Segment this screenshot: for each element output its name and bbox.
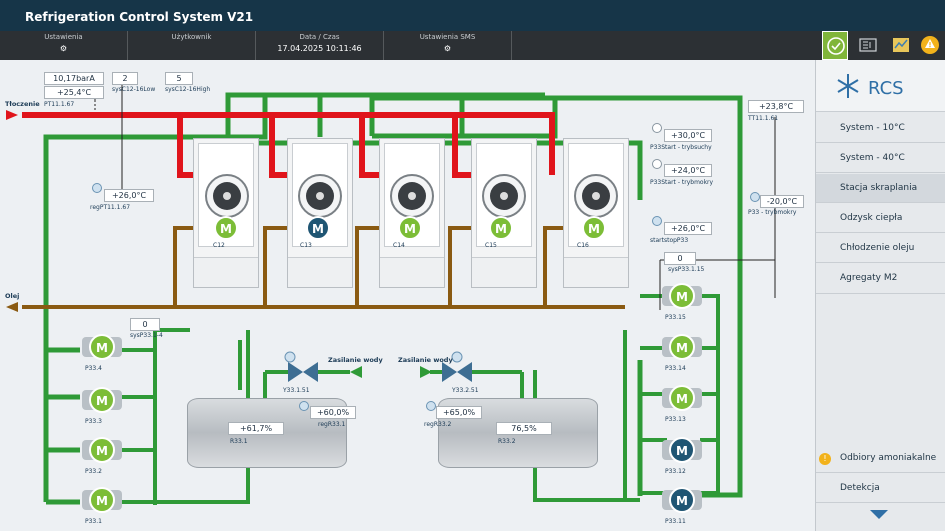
nav-label: Stacja skraplania [840, 183, 918, 193]
condenser-tag: C12 [213, 242, 225, 249]
nav-system-40[interactable]: System - 40°C [816, 144, 945, 173]
tank1-level: +61,7% [228, 422, 284, 435]
check-circle-icon[interactable] [822, 31, 848, 60]
svg-text:M: M [96, 394, 108, 408]
condenser-tag: C16 [577, 242, 589, 249]
condenser-tag: C14 [393, 242, 405, 249]
fan-icon: M C16 [574, 174, 618, 249]
brand-logo: RCS [816, 60, 945, 112]
water-supply-1-label: Zasilanie wody [328, 356, 383, 364]
svg-text:M: M [676, 341, 688, 355]
list-view-icon[interactable] [855, 31, 881, 60]
nav-label: Odzysk ciepła [840, 213, 903, 223]
fan-icon: M C14 [390, 174, 434, 249]
svg-text:P33.1: P33.1 [85, 518, 102, 525]
svg-text:P33.12: P33.12 [665, 468, 686, 475]
tank2-level: 76,5% [496, 422, 552, 435]
sensor-icon [299, 401, 309, 411]
pump-icon: M P33.2 [82, 437, 122, 475]
svg-text:M: M [676, 494, 688, 508]
water-supply-2-label: Zasilanie wody [398, 356, 453, 364]
nav-label: Odbiory amoniakalne [840, 453, 937, 463]
svg-text:P33.15: P33.15 [665, 314, 686, 321]
nav-oil-cooling[interactable]: Chłodzenie oleju [816, 234, 945, 263]
warning-icon[interactable] [917, 31, 943, 60]
pump-icon: M P33.4 [82, 334, 122, 372]
svg-text:M: M [312, 222, 324, 236]
svg-text:M: M [676, 290, 688, 304]
tank2-reg-value[interactable]: +65,0% [436, 406, 482, 419]
svg-text:P33.14: P33.14 [665, 365, 686, 372]
pump-icon: M P33.12 [662, 437, 702, 475]
pump-icon: M P33.14 [662, 334, 702, 372]
svg-text:P33.3: P33.3 [85, 418, 102, 425]
map-icon[interactable] [888, 31, 914, 60]
condenser-tag: C13 [300, 242, 312, 249]
warning-icon: ! [819, 453, 831, 465]
svg-text:M: M [404, 222, 416, 236]
fan-icon: M C13 [298, 174, 342, 249]
valve-icon [284, 351, 318, 382]
svg-text:M: M [676, 392, 688, 406]
svg-text:P33.4: P33.4 [85, 365, 102, 372]
svg-text:M: M [220, 222, 232, 236]
svg-text:M: M [96, 444, 108, 458]
svg-text:P33.13: P33.13 [665, 416, 686, 423]
pump-icon: M P33.13 [662, 385, 702, 423]
valve1-tag: Y33.1.51 [283, 387, 310, 394]
nav-heat-recovery[interactable]: Odzysk ciepła [816, 204, 945, 233]
nav-system-10[interactable]: System - 10°C [816, 114, 945, 143]
tank2-reg-tag: regR33.2 [424, 421, 452, 428]
tank1-reg-value[interactable]: +60,0% [310, 406, 356, 419]
nav-ammonia-consumers[interactable]: ! Odbiory amoniakalne [816, 444, 945, 473]
svg-text:M: M [676, 444, 688, 458]
sidebar: RCS System - 10°C System - 40°C Stacja s… [815, 60, 945, 531]
tank1-tag: R33.1 [230, 438, 248, 445]
scroll-down-icon[interactable] [870, 510, 888, 519]
pump-icon: M P33.11 [662, 487, 702, 525]
svg-text:M: M [96, 494, 108, 508]
condenser-tag: C15 [485, 242, 497, 249]
svg-text:M: M [588, 222, 600, 236]
nav-condensing-station[interactable]: Stacja skraplania [816, 174, 945, 203]
nav-label: System - 10°C [840, 123, 905, 133]
nav-detection[interactable]: Detekcja [816, 474, 945, 503]
nav-m2-units[interactable]: Agregaty M2 [816, 264, 945, 294]
svg-text:P33.2: P33.2 [85, 468, 102, 475]
svg-text:M: M [96, 341, 108, 355]
nav-label: Detekcja [840, 483, 880, 493]
sensor-icon [426, 401, 436, 411]
tank2-tag: R33.2 [498, 438, 516, 445]
pump-icon: M P33.15 [662, 283, 702, 321]
equipment-layer: M C12 M C13 M C14 M C15 M C16 M P33.4 M … [82, 174, 702, 525]
fan-icon: M C15 [482, 174, 526, 249]
valve2-tag: Y33.2.51 [452, 387, 479, 394]
tank1-reg-tag: regR33.1 [318, 421, 346, 428]
svg-text:P33.11: P33.11 [665, 518, 686, 525]
fan-icon: M C12 [205, 174, 249, 249]
nav-label: Chłodzenie oleju [840, 243, 915, 253]
svg-text:M: M [495, 222, 507, 236]
pump-icon: M P33.3 [82, 387, 122, 425]
pump-icon: M P33.1 [82, 487, 122, 525]
nav-label: System - 40°C [840, 153, 905, 163]
brand-text: RCS [868, 78, 904, 99]
nav-label: Agregaty M2 [840, 273, 898, 283]
